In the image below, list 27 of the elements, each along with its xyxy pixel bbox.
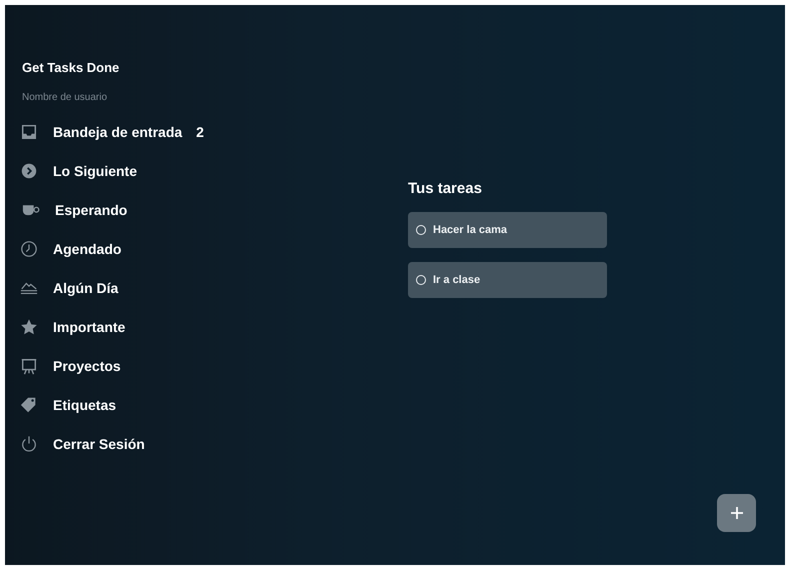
star-icon — [20, 318, 38, 336]
nav-item[interactable]: Esperando — [22, 200, 132, 218]
app-title: Get Tasks Done — [22, 60, 120, 75]
add-button[interactable] — [717, 494, 756, 532]
task-card[interactable]: Hacer la cama — [408, 212, 607, 248]
username: Nombre de usuario — [22, 92, 108, 103]
nav-item[interactable]: Bandeja de entrada — [22, 122, 186, 140]
nav-item[interactable]: Lo Siguiente — [22, 162, 141, 180]
nav-item[interactable]: Importante — [22, 318, 130, 336]
tag-icon — [20, 396, 38, 414]
easel-icon — [20, 356, 38, 374]
nav-item[interactable]: Etiquetas — [22, 396, 120, 414]
task-card[interactable]: Ir a clase — [408, 262, 607, 298]
chevron-circle-icon — [20, 162, 38, 180]
plus-icon — [730, 506, 744, 520]
count-label: 2 — [196, 124, 204, 140]
cup-icon — [22, 202, 40, 216]
section-heading: Tus tareas — [408, 180, 483, 197]
power-icon — [20, 434, 38, 452]
task-checkbox[interactable] — [416, 225, 426, 235]
clock-icon — [20, 240, 38, 258]
task-checkbox[interactable] — [416, 275, 426, 285]
nav-item[interactable]: Algún Día — [22, 278, 122, 296]
nav-item[interactable]: Agendado — [22, 240, 126, 258]
nav-item[interactable]: Cerrar Sesión — [22, 434, 149, 452]
nav-item[interactable]: Proyectos — [22, 356, 125, 374]
inbox-tray-icon — [20, 122, 38, 140]
